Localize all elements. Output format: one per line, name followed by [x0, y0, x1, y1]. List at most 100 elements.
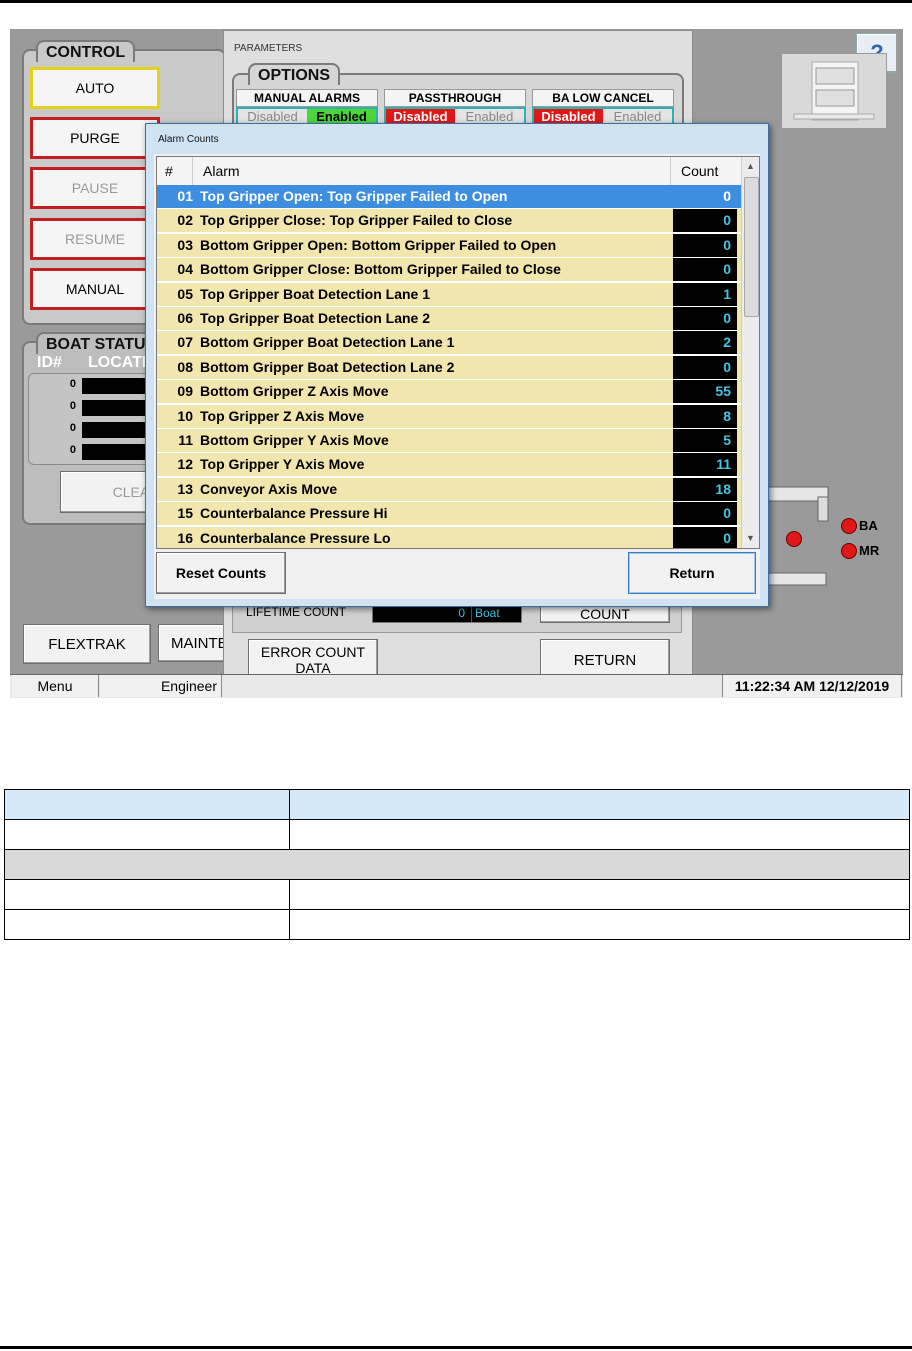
- alarm-counts-dialog: Alarm Counts # Alarm Count 01 Top Gripper…: [145, 123, 769, 607]
- alarm-row[interactable]: 03 Bottom Gripper Open: Bottom Gripper Fa…: [157, 233, 741, 258]
- alarm-name: Counterbalance Pressure Lo: [200, 529, 391, 546]
- alarm-number: 01: [177, 188, 193, 204]
- alarm-row[interactable]: 15 Counterbalance Pressure Hi 0: [157, 502, 741, 527]
- alarm-count: 55: [673, 380, 737, 404]
- num-column-header[interactable]: #: [157, 157, 193, 185]
- alarm-row[interactable]: 08 Bottom Gripper Boat Detection Lane 2 0: [157, 355, 741, 380]
- table-row: [4, 879, 910, 910]
- reset-counts-button[interactable]: Reset Counts: [156, 552, 286, 594]
- alarm-counts-title: Alarm Counts: [158, 134, 219, 145]
- alarm-name: Top Gripper Close: Top Gripper Failed to…: [200, 212, 513, 229]
- alarm-number: 15: [177, 505, 193, 522]
- scroll-thumb[interactable]: [744, 177, 759, 317]
- boat-row: 0No: [40, 444, 162, 460]
- alarm-row[interactable]: 06 Top Gripper Boat Detection Lane 2 0: [157, 307, 741, 331]
- alarm-name: Top Gripper Boat Detection Lane 2: [200, 310, 430, 326]
- alarm-row[interactable]: 10 Top Gripper Z Axis Move 8: [157, 404, 741, 429]
- alarm-name: Bottom Gripper Z Axis Move: [200, 383, 389, 400]
- alarm-name: Bottom Gripper Y Axis Move: [200, 432, 389, 448]
- table-cell: [289, 879, 910, 910]
- vertical-scrollbar[interactable]: ▲ ▼: [741, 157, 759, 548]
- table-cell: [289, 819, 910, 850]
- page-bottom-rule: [0, 1346, 912, 1349]
- alarm-name: Bottom Gripper Boat Detection Lane 2: [200, 358, 455, 375]
- alarm-number: 12: [177, 456, 193, 473]
- alarm-column-header[interactable]: Alarm: [197, 157, 671, 185]
- boat-row: 0No: [40, 378, 162, 394]
- ba-low-cancel-option: BA LOW CANCEL Disabled Enabled: [532, 89, 674, 127]
- alarm-count: 0: [673, 355, 737, 379]
- dialog-return-button[interactable]: Return: [628, 552, 756, 594]
- boat-row: 0No: [40, 422, 162, 438]
- alarm-name: Top Gripper Boat Detection Lane 1: [200, 285, 430, 302]
- passthrough-label: PASSTHROUGH: [384, 89, 526, 107]
- boat-id: 0: [69, 444, 76, 456]
- pause-button[interactable]: PAUSE: [30, 167, 160, 209]
- alarm-number: 13: [177, 480, 193, 497]
- boat-id: 0: [69, 400, 76, 412]
- alarm-name: Conveyor Axis Move: [200, 480, 338, 497]
- count-column-header[interactable]: Count: [673, 157, 741, 185]
- status-light: [786, 531, 802, 547]
- alarm-row[interactable]: 09 Bottom Gripper Z Axis Move 55: [157, 380, 741, 405]
- mr-label: MR: [859, 543, 880, 558]
- table-header-row: [4, 789, 910, 820]
- alarm-count: 0: [673, 233, 737, 257]
- ba-label: BA: [859, 518, 878, 533]
- manual-alarms-option: MANUAL ALARMS Disabled Enabled: [236, 89, 378, 127]
- page-top-rule: [0, 0, 912, 3]
- table-row: [4, 819, 910, 850]
- alarm-number: 07: [177, 334, 193, 351]
- table-cell: [289, 909, 910, 940]
- alarm-row[interactable]: 02 Top Gripper Close: Top Gripper Failed …: [157, 209, 741, 234]
- alarm-row[interactable]: 01 Top Gripper Open: Top Gripper Failed t…: [157, 185, 741, 209]
- alarm-number: 05: [177, 285, 193, 302]
- alarm-number: 10: [177, 407, 193, 424]
- scroll-up-icon[interactable]: ▲: [746, 161, 755, 171]
- table-cell: [289, 789, 910, 820]
- alarm-name: Top Gripper Z Axis Move: [200, 407, 365, 424]
- boat-row: 0No: [40, 400, 162, 416]
- table-cell: [4, 909, 290, 940]
- alarm-row[interactable]: 11 Bottom Gripper Y Axis Move 5: [157, 429, 741, 453]
- alarm-row[interactable]: 13 Conveyor Axis Move 18: [157, 477, 741, 502]
- gripper-graphic: [768, 486, 829, 586]
- alarm-count: 1: [673, 282, 737, 306]
- alarm-count: 0: [673, 258, 737, 282]
- status-bar: Menu Engineer 11:22:34 AM 12/12/2019: [10, 674, 903, 698]
- auto-button[interactable]: AUTO: [30, 67, 160, 109]
- scroll-down-icon[interactable]: ▼: [746, 533, 755, 543]
- table-row: [4, 909, 910, 940]
- alarm-row[interactable]: 04 Bottom Gripper Close: Bottom Gripper F…: [157, 258, 741, 283]
- machine-thumbnail: [781, 53, 887, 129]
- manual-alarms-label: MANUAL ALARMS: [236, 89, 378, 107]
- alarm-count: 2: [673, 331, 737, 355]
- maintenance-button[interactable]: MAINTE: [158, 624, 228, 662]
- alarm-row[interactable]: 05 Top Gripper Boat Detection Lane 1 1: [157, 282, 741, 307]
- alarm-row[interactable]: 12 Top Gripper Y Axis Move 11: [157, 453, 741, 478]
- alarm-count: 0: [673, 526, 737, 548]
- menu-button[interactable]: Menu: [12, 675, 99, 697]
- alarm-count: 18: [673, 477, 737, 501]
- table-cell: [4, 849, 910, 880]
- flextrak-button[interactable]: FLEXTRAK: [23, 624, 151, 664]
- ba-indicator-icon: [841, 518, 857, 534]
- alarm-number: 06: [177, 310, 193, 326]
- alarm-count: 11: [673, 453, 737, 477]
- machine-icon: [793, 61, 875, 121]
- purge-button[interactable]: PURGE: [30, 117, 160, 159]
- alarm-counts-body: # Alarm Count 01 Top Gripper Open: Top Gr…: [154, 154, 760, 599]
- hmi-screen: CONTROL AUTO PURGE PAUSE RESUME MANUAL B…: [10, 29, 903, 698]
- alarm-count: 0: [673, 185, 737, 208]
- alarm-number: 16: [177, 529, 193, 546]
- boat-id: 0: [69, 422, 76, 434]
- alarm-row[interactable]: 07 Bottom Gripper Boat Detection Lane 1 2: [157, 331, 741, 356]
- alarm-count: 0: [673, 209, 737, 233]
- alarm-number: 03: [177, 236, 193, 253]
- manual-button[interactable]: MANUAL: [30, 268, 160, 310]
- parameters-title: PARAMETERS: [234, 43, 303, 54]
- alarm-row[interactable]: 16 Counterbalance Pressure Lo 0: [157, 526, 741, 548]
- resume-button[interactable]: RESUME: [30, 218, 160, 260]
- alarm-name: Top Gripper Open: Top Gripper Failed to …: [200, 188, 508, 204]
- boat-id: 0: [69, 378, 76, 390]
